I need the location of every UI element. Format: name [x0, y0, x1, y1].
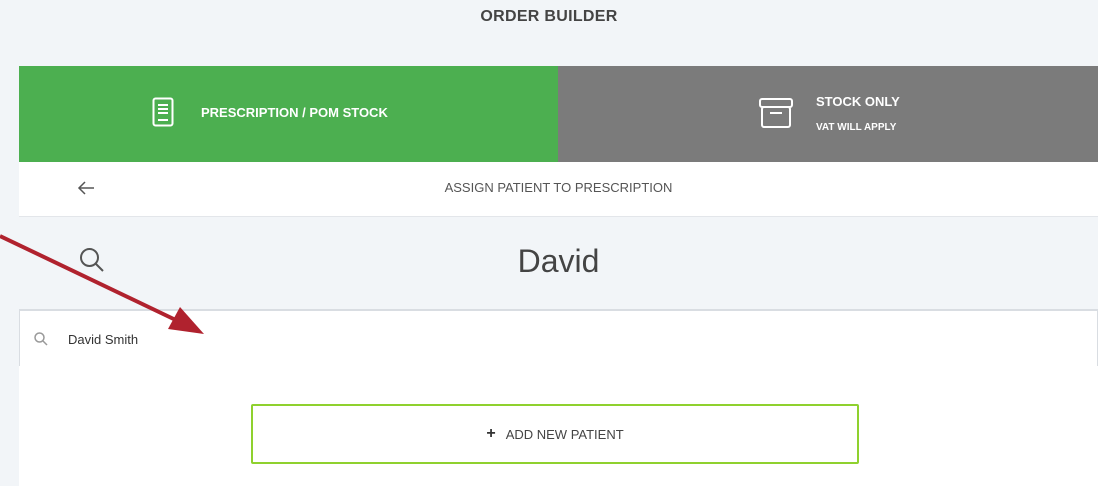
annotation-arrow [0, 234, 204, 334]
